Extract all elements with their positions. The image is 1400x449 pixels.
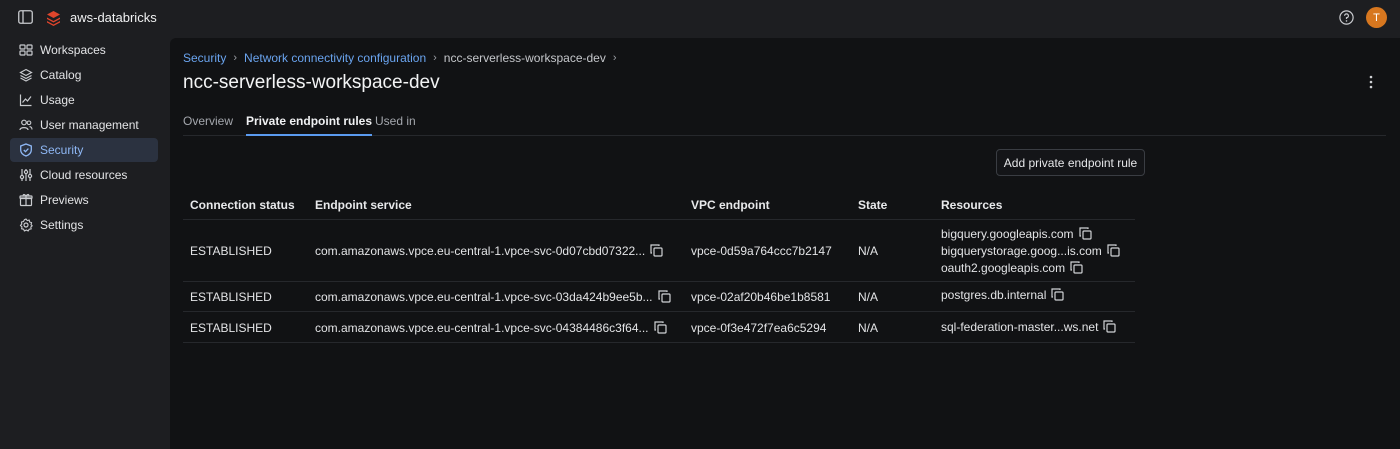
connection-status: ESTABLISHED bbox=[190, 321, 272, 335]
sidebar: Workspaces Catalog Usage User management… bbox=[10, 38, 158, 238]
databricks-logo-icon bbox=[46, 10, 61, 26]
add-private-endpoint-rule-button[interactable]: Add private endpoint rule bbox=[996, 149, 1145, 176]
connection-status: ESTABLISHED bbox=[190, 244, 272, 258]
breadcrumb: Security › Network connectivity configur… bbox=[183, 51, 624, 65]
resource-value: postgres.db.internal bbox=[941, 288, 1047, 302]
previews-icon bbox=[19, 193, 33, 207]
vpc-endpoint: vpce-0d59a764ccc7b2147 bbox=[691, 244, 832, 258]
resource-value: sql-federation-master...ws.net bbox=[941, 320, 1099, 334]
catalog-icon bbox=[19, 68, 33, 82]
cloud-resources-icon bbox=[19, 169, 33, 181]
tab-bar: Overview Private endpoint rules Used in bbox=[183, 114, 1386, 136]
copy-icon[interactable] bbox=[650, 244, 663, 257]
gear-icon bbox=[19, 218, 33, 232]
resource-item: bigquery.googleapis.com bbox=[941, 227, 1092, 241]
sidebar-item-user-management[interactable]: User management bbox=[10, 113, 158, 137]
usage-icon bbox=[19, 94, 32, 107]
users-icon bbox=[19, 119, 33, 131]
table-row: ESTABLISHED com.amazonaws.vpce.eu-centra… bbox=[183, 282, 1135, 312]
state: N/A bbox=[858, 244, 879, 258]
endpoint-service-value: com.amazonaws.vpce.eu-central-1.vpce-svc… bbox=[315, 290, 653, 304]
copy-icon[interactable] bbox=[653, 321, 667, 334]
sidebar-item-label: Previews bbox=[40, 193, 89, 207]
resource-item: postgres.db.internal bbox=[941, 288, 1065, 302]
sidebar-item-label: Cloud resources bbox=[40, 168, 128, 182]
table-header: Connection status Endpoint service VPC e… bbox=[183, 188, 1135, 220]
user-avatar[interactable]: T bbox=[1366, 7, 1387, 28]
shield-icon bbox=[20, 143, 32, 157]
tab-overview[interactable]: Overview bbox=[183, 114, 233, 136]
vpc-endpoint: vpce-0f3e472f7ea6c5294 bbox=[691, 321, 827, 335]
tab-used-in[interactable]: Used in bbox=[375, 114, 416, 136]
column-state[interactable]: State bbox=[858, 198, 887, 212]
tab-private-endpoint-rules[interactable]: Private endpoint rules bbox=[246, 114, 373, 136]
more-options-icon[interactable] bbox=[1366, 74, 1376, 90]
breadcrumb-security[interactable]: Security bbox=[183, 51, 226, 65]
resource-item: oauth2.googleapis.com bbox=[941, 261, 1083, 275]
copy-icon[interactable] bbox=[1107, 244, 1120, 257]
sidebar-item-label: Catalog bbox=[40, 68, 82, 82]
sidebar-item-label: Security bbox=[40, 143, 84, 157]
endpoint-service-value: com.amazonaws.vpce.eu-central-1.vpce-svc… bbox=[315, 321, 649, 335]
sidebar-item-previews[interactable]: Previews bbox=[10, 188, 158, 212]
endpoint-service-value: com.amazonaws.vpce.eu-central-1.vpce-svc… bbox=[315, 244, 646, 258]
resource-value: oauth2.googleapis.com bbox=[941, 261, 1066, 275]
breadcrumb-network-connectivity[interactable]: Network connectivity configuration bbox=[244, 51, 426, 65]
workspaces-icon bbox=[19, 44, 33, 56]
chevron-right-icon: › bbox=[433, 52, 437, 64]
sidebar-item-workspaces[interactable]: Workspaces bbox=[10, 38, 158, 62]
resource-value: bigquery.googleapis.com bbox=[941, 227, 1074, 241]
main-panel: Security › Network connectivity configur… bbox=[170, 38, 1400, 449]
state: N/A bbox=[858, 290, 879, 304]
sidebar-item-label: Settings bbox=[40, 218, 84, 232]
sidebar-item-label: User management bbox=[40, 118, 139, 132]
sidebar-item-security[interactable]: Security bbox=[10, 138, 158, 162]
vpc-endpoint: vpce-02af20b46be1b8581 bbox=[691, 290, 831, 304]
sidebar-item-cloud-resources[interactable]: Cloud resources bbox=[10, 163, 158, 187]
sidebar-item-catalog[interactable]: Catalog bbox=[10, 63, 158, 87]
table-row: ESTABLISHED com.amazonaws.vpce.eu-centra… bbox=[183, 220, 1135, 282]
chevron-right-icon: › bbox=[612, 52, 617, 64]
help-icon[interactable] bbox=[1339, 10, 1354, 25]
breadcrumb-current: ncc-serverless-workspace-dev bbox=[443, 51, 606, 65]
endpoint-service: com.amazonaws.vpce.eu-central-1.vpce-svc… bbox=[315, 244, 663, 258]
sidebar-item-settings[interactable]: Settings bbox=[10, 213, 158, 237]
resource-value: bigquerystorage.goog...is.com bbox=[941, 244, 1102, 258]
sidebar-item-usage[interactable]: Usage bbox=[10, 88, 158, 112]
page-title: ncc-serverless-workspace-dev bbox=[183, 72, 440, 93]
column-resources[interactable]: Resources bbox=[941, 198, 1002, 212]
copy-icon[interactable] bbox=[1078, 227, 1092, 240]
table-row: ESTABLISHED com.amazonaws.vpce.eu-centra… bbox=[183, 312, 1135, 343]
connection-status: ESTABLISHED bbox=[190, 290, 272, 304]
column-connection-status[interactable]: Connection status bbox=[190, 198, 295, 212]
workspace-name[interactable]: aws-databricks bbox=[70, 10, 157, 25]
sidebar-item-label: Usage bbox=[40, 93, 75, 107]
endpoint-service: com.amazonaws.vpce.eu-central-1.vpce-svc… bbox=[315, 290, 671, 304]
column-vpc-endpoint[interactable]: VPC endpoint bbox=[691, 198, 770, 212]
copy-icon[interactable] bbox=[657, 290, 671, 303]
state: N/A bbox=[858, 321, 879, 335]
copy-icon[interactable] bbox=[1103, 320, 1117, 333]
resource-item: sql-federation-master...ws.net bbox=[941, 320, 1117, 334]
sidebar-toggle-icon[interactable] bbox=[18, 10, 33, 24]
sidebar-item-label: Workspaces bbox=[40, 43, 106, 57]
chevron-right-icon: › bbox=[233, 52, 238, 64]
resource-item: bigquerystorage.goog...is.com bbox=[941, 244, 1120, 258]
endpoint-service: com.amazonaws.vpce.eu-central-1.vpce-svc… bbox=[315, 321, 667, 335]
copy-icon[interactable] bbox=[1070, 261, 1083, 274]
top-bar: aws-databricks T bbox=[0, 0, 1400, 36]
endpoint-rules-table: Connection status Endpoint service VPC e… bbox=[183, 188, 1135, 343]
copy-icon[interactable] bbox=[1051, 288, 1065, 301]
column-endpoint-service[interactable]: Endpoint service bbox=[315, 198, 412, 212]
